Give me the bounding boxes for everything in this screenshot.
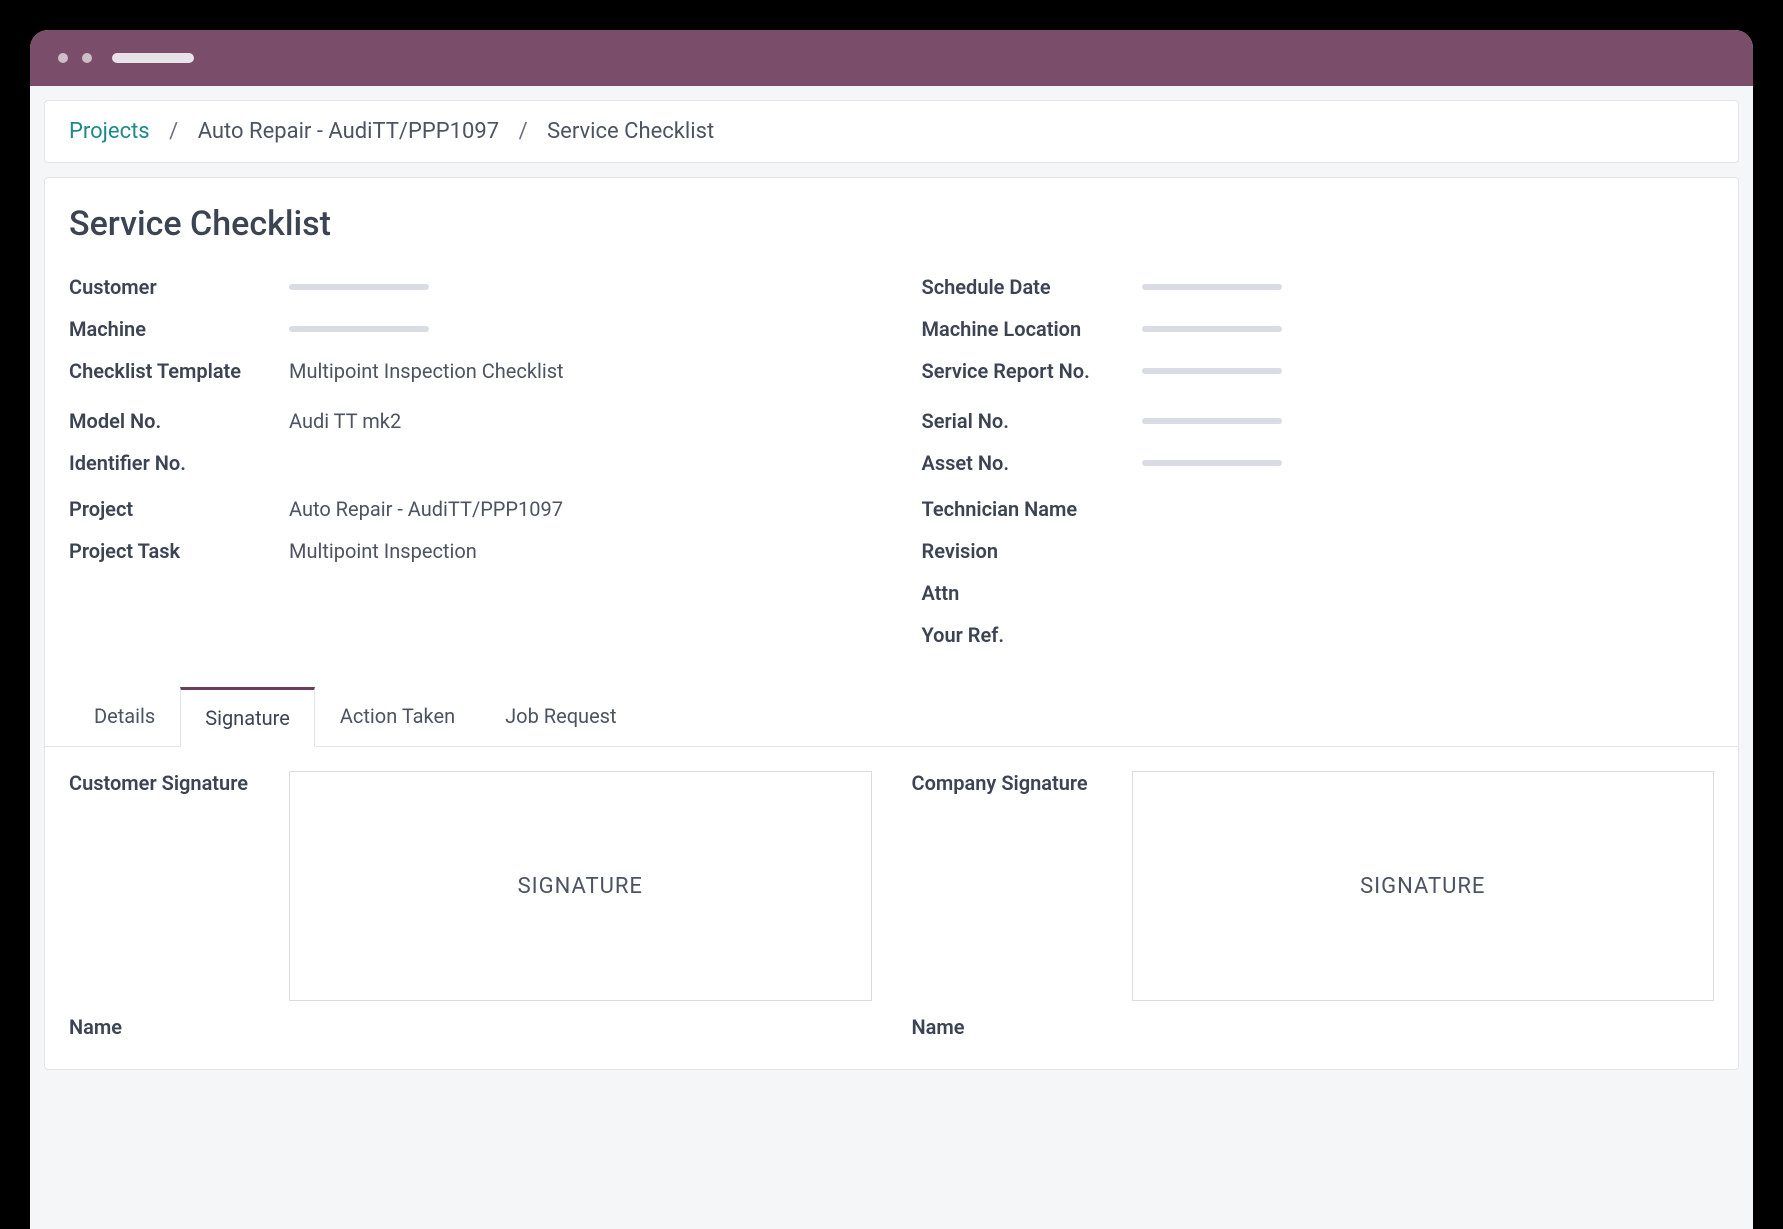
machine-location-label: Machine Location bbox=[922, 317, 1142, 341]
model-no-value: Audi TT mk2 bbox=[289, 409, 401, 433]
form-left-column: Customer Machine Checklist Template Mult… bbox=[69, 266, 862, 656]
app-window: Projects / Auto Repair - AudiTT/PPP1097 … bbox=[30, 30, 1753, 1229]
breadcrumb-current: Service Checklist bbox=[547, 119, 714, 144]
main-card: Service Checklist Customer Machine Check… bbox=[44, 177, 1739, 1070]
identifier-no-label: Identifier No. bbox=[69, 451, 289, 475]
field-attn: Attn bbox=[922, 572, 1715, 614]
tab-signature[interactable]: Signature bbox=[180, 687, 315, 747]
window-control-dot[interactable] bbox=[58, 53, 68, 63]
checklist-template-value: Multipoint Inspection Checklist bbox=[289, 359, 564, 383]
field-project: Project Auto Repair - AudiTT/PPP1097 bbox=[69, 488, 862, 530]
field-machine-location: Machine Location bbox=[922, 308, 1715, 350]
field-serial-no: Serial No. bbox=[922, 400, 1715, 442]
breadcrumb-separator: / bbox=[169, 119, 178, 144]
breadcrumb-root-link[interactable]: Projects bbox=[69, 119, 150, 144]
window-title-bar-placeholder bbox=[112, 53, 194, 63]
field-customer: Customer bbox=[69, 266, 862, 308]
company-signature-label: Company Signature bbox=[912, 771, 1132, 1001]
content-area: Projects / Auto Repair - AudiTT/PPP1097 … bbox=[30, 86, 1753, 1229]
tab-bar: Details Signature Action Taken Job Reque… bbox=[45, 686, 1738, 747]
attn-label: Attn bbox=[922, 581, 1142, 605]
breadcrumb: Projects / Auto Repair - AudiTT/PPP1097 … bbox=[44, 100, 1739, 163]
project-label: Project bbox=[69, 497, 289, 521]
page-title: Service Checklist bbox=[45, 204, 1738, 266]
field-identifier-no: Identifier No. bbox=[69, 442, 862, 484]
form-grid: Customer Machine Checklist Template Mult… bbox=[45, 266, 1738, 656]
field-technician-name: Technician Name bbox=[922, 488, 1715, 530]
company-name-label: Name bbox=[912, 1015, 1132, 1039]
asset-no-label: Asset No. bbox=[922, 451, 1142, 475]
breadcrumb-separator: / bbox=[519, 119, 528, 144]
customer-signature-label: Customer Signature bbox=[69, 771, 289, 1001]
field-checklist-template: Checklist Template Multipoint Inspection… bbox=[69, 350, 862, 392]
machine-location-value-placeholder bbox=[1142, 326, 1282, 332]
field-machine: Machine bbox=[69, 308, 862, 350]
customer-value-placeholder bbox=[289, 284, 429, 290]
field-schedule-date: Schedule Date bbox=[922, 266, 1715, 308]
asset-no-value-placeholder bbox=[1142, 460, 1282, 466]
serial-no-label: Serial No. bbox=[922, 409, 1142, 433]
signature-name-row: Name Name bbox=[45, 1001, 1738, 1039]
customer-name-label: Name bbox=[69, 1015, 289, 1039]
field-model-no: Model No. Audi TT mk2 bbox=[69, 400, 862, 442]
window-titlebar bbox=[30, 30, 1753, 86]
customer-signature-col: Customer Signature SIGNATURE bbox=[69, 771, 872, 1001]
company-signature-box[interactable]: SIGNATURE bbox=[1132, 771, 1715, 1001]
field-revision: Revision bbox=[922, 530, 1715, 572]
model-no-label: Model No. bbox=[69, 409, 289, 433]
signature-section: Customer Signature SIGNATURE Company Sig… bbox=[45, 747, 1738, 1001]
company-signature-col: Company Signature SIGNATURE bbox=[912, 771, 1715, 1001]
machine-label: Machine bbox=[69, 317, 289, 341]
schedule-date-value-placeholder bbox=[1142, 284, 1282, 290]
tab-job-request[interactable]: Job Request bbox=[480, 687, 641, 747]
tab-details[interactable]: Details bbox=[69, 687, 180, 747]
customer-signature-box[interactable]: SIGNATURE bbox=[289, 771, 872, 1001]
technician-name-label: Technician Name bbox=[922, 497, 1142, 521]
serial-no-value-placeholder bbox=[1142, 418, 1282, 424]
tab-action-taken[interactable]: Action Taken bbox=[315, 687, 480, 747]
field-project-task: Project Task Multipoint Inspection bbox=[69, 530, 862, 572]
project-task-value: Multipoint Inspection bbox=[289, 539, 477, 563]
checklist-template-label: Checklist Template bbox=[69, 359, 289, 383]
customer-label: Customer bbox=[69, 275, 289, 299]
service-report-no-value-placeholder bbox=[1142, 368, 1282, 374]
field-service-report-no: Service Report No. bbox=[922, 350, 1715, 392]
revision-label: Revision bbox=[922, 539, 1142, 563]
field-your-ref: Your Ref. bbox=[922, 614, 1715, 656]
service-report-no-label: Service Report No. bbox=[922, 359, 1142, 383]
field-asset-no: Asset No. bbox=[922, 442, 1715, 484]
window-control-dot[interactable] bbox=[82, 53, 92, 63]
project-value: Auto Repair - AudiTT/PPP1097 bbox=[289, 497, 563, 521]
your-ref-label: Your Ref. bbox=[922, 623, 1142, 647]
machine-value-placeholder bbox=[289, 326, 429, 332]
form-right-column: Schedule Date Machine Location Service R… bbox=[922, 266, 1715, 656]
breadcrumb-project[interactable]: Auto Repair - AudiTT/PPP1097 bbox=[198, 119, 499, 144]
project-task-label: Project Task bbox=[69, 539, 289, 563]
schedule-date-label: Schedule Date bbox=[922, 275, 1142, 299]
